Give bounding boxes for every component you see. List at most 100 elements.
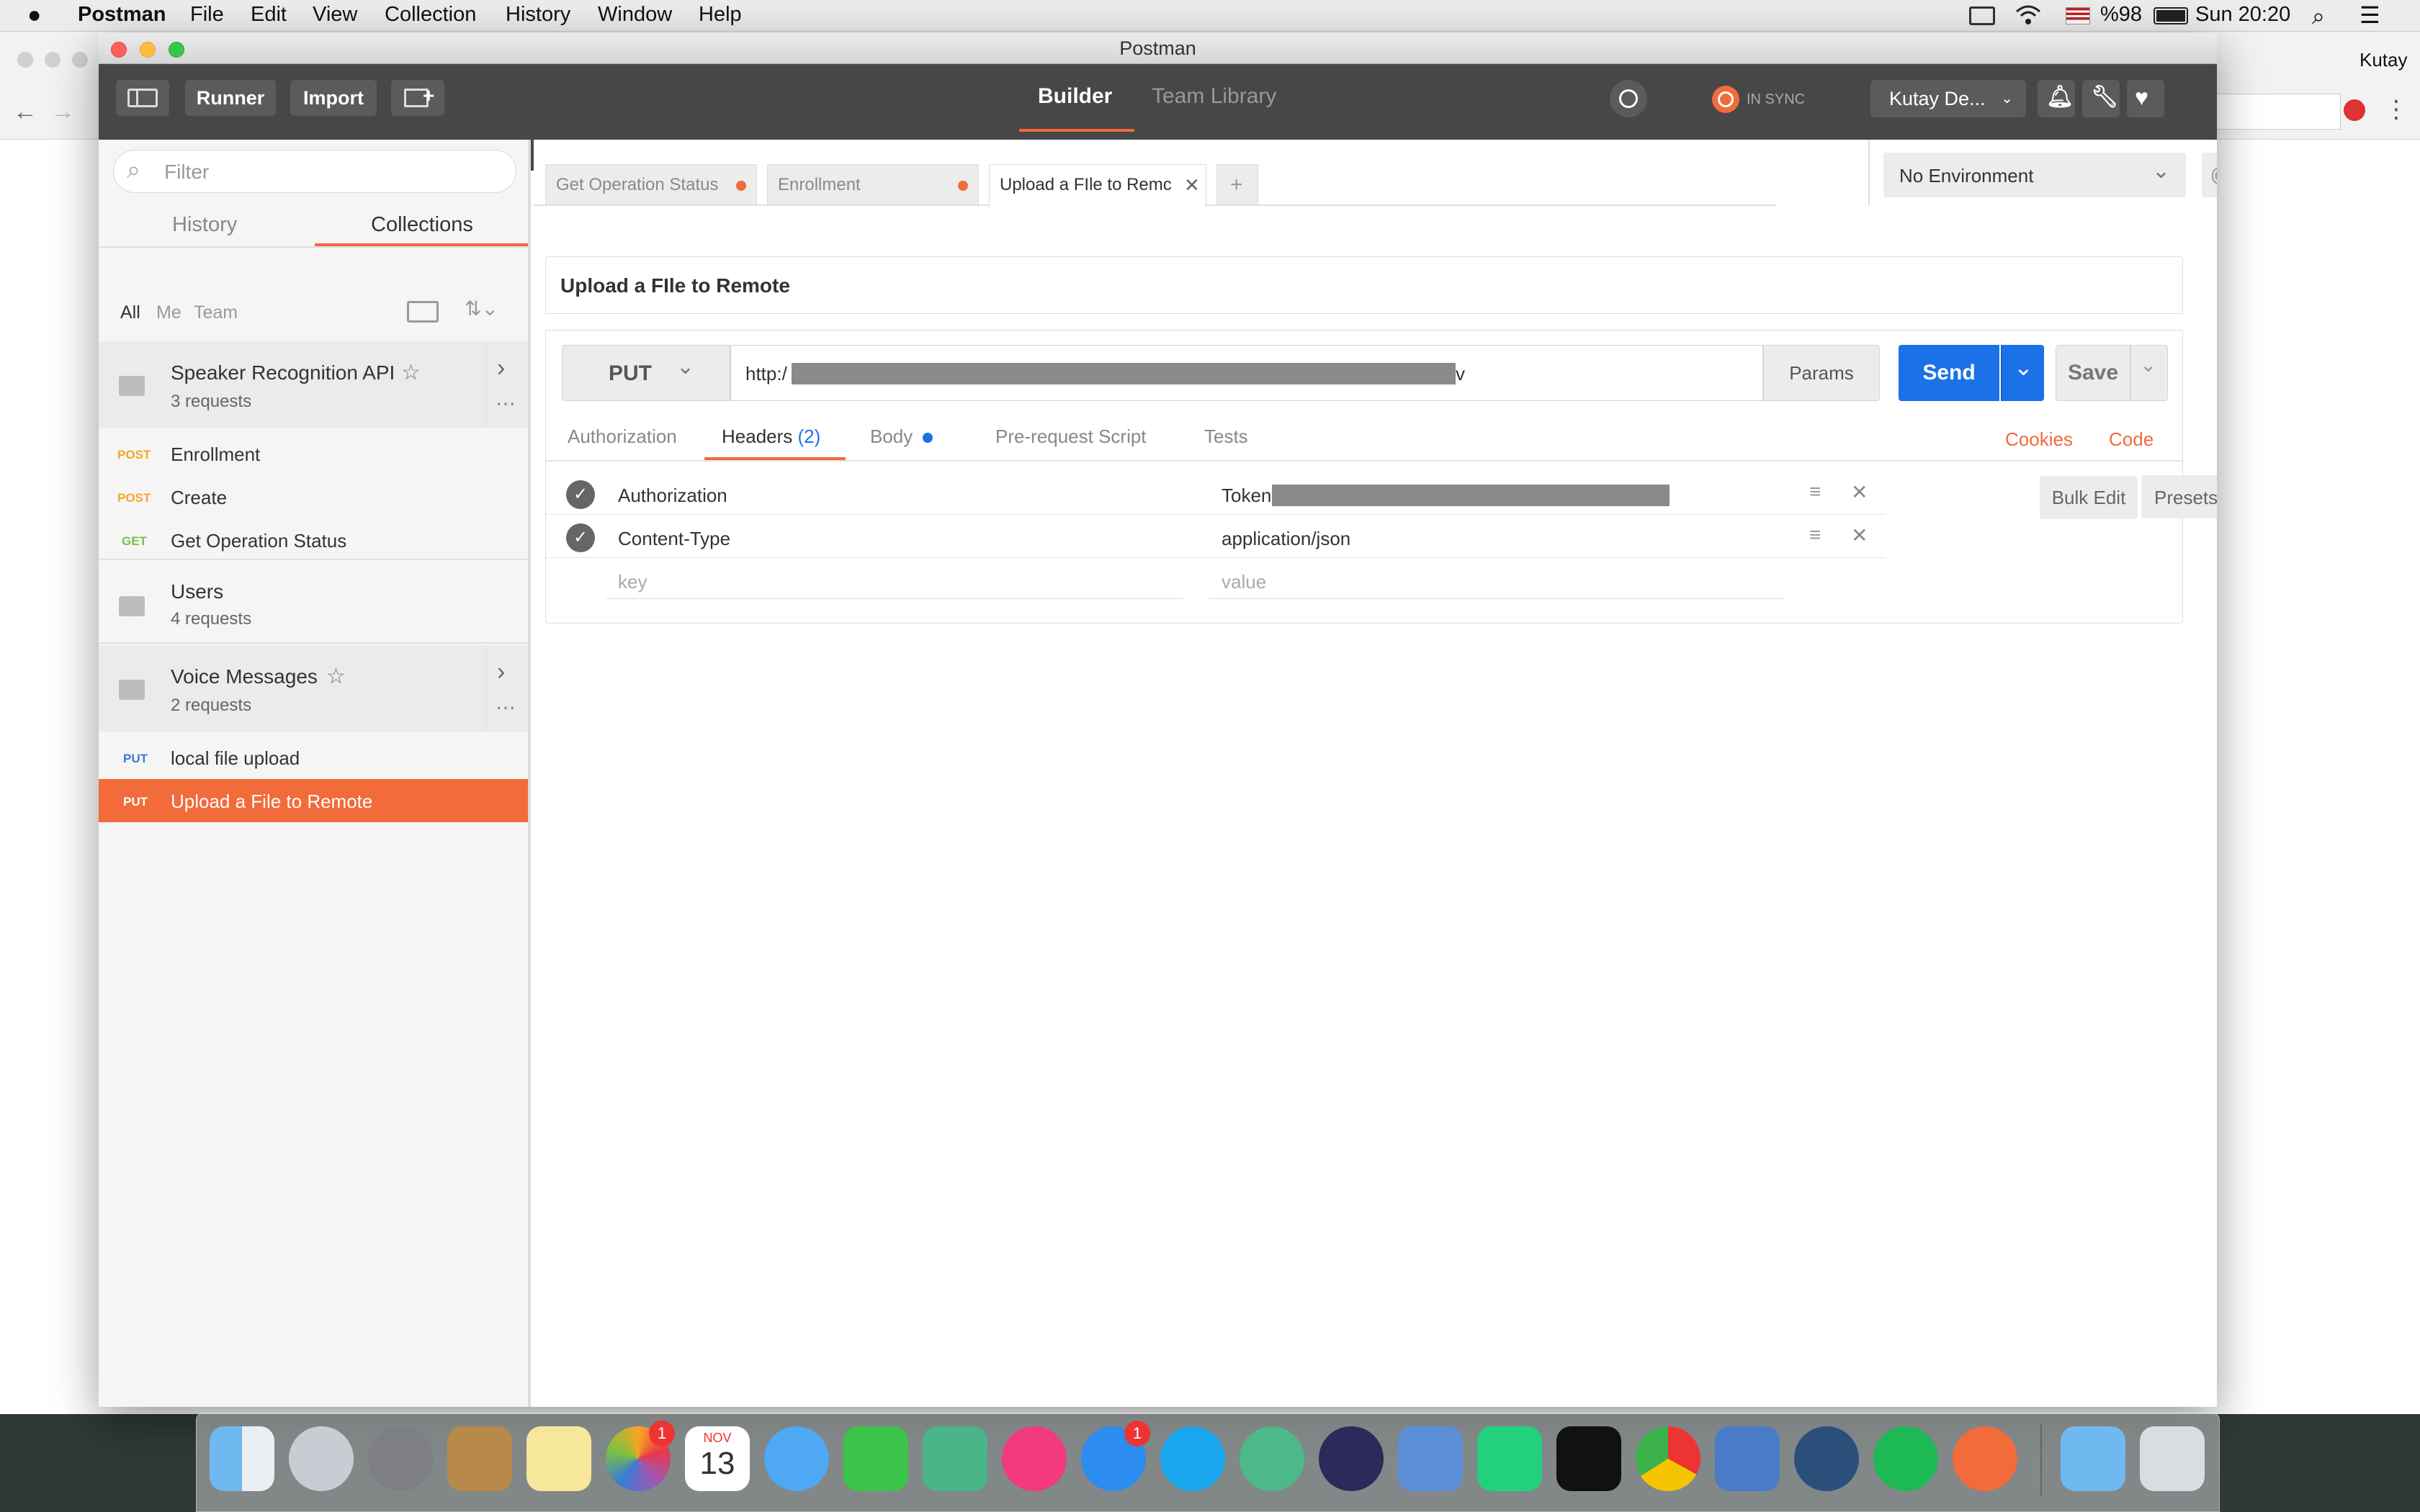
reorder-handle-icon[interactable]: ≡	[1809, 523, 1821, 546]
header-key[interactable]: Content-Type	[618, 528, 730, 550]
menu-history[interactable]: History	[506, 3, 570, 27]
settings-button[interactable]: 🔧︎	[2082, 80, 2120, 117]
collection-speaker-recognition[interactable]: Speaker Recognition API 3 requests ☆ › ⋯	[99, 341, 528, 428]
slides-icon[interactable]	[923, 1426, 987, 1491]
header-key[interactable]: Authorization	[618, 485, 727, 507]
launchpad-icon[interactable]	[289, 1426, 354, 1491]
notes-icon[interactable]	[526, 1426, 591, 1491]
url-input[interactable]: http:/ v	[730, 345, 1763, 401]
downloads-folder-icon[interactable]	[2061, 1426, 2125, 1491]
import-button[interactable]: Import	[290, 80, 377, 116]
sort-icon[interactable]: ⇅⌄	[465, 297, 498, 320]
filter-all[interactable]: All	[120, 302, 140, 323]
star-icon[interactable]: ☆	[401, 360, 421, 385]
menu-file[interactable]: File	[190, 3, 224, 27]
new-tab-window-button[interactable]: +	[391, 80, 444, 116]
terminal-icon[interactable]	[1556, 1426, 1621, 1491]
system-preferences-icon[interactable]	[368, 1426, 433, 1491]
input-source-flag-icon[interactable]	[2066, 7, 2090, 24]
xcode-icon[interactable]	[1398, 1426, 1463, 1491]
header-enabled-checkbox[interactable]: ✓	[566, 480, 595, 509]
finder-icon[interactable]	[210, 1426, 274, 1491]
subtab-headers[interactable]: Headers (2)	[722, 426, 820, 448]
menu-window[interactable]: Window	[598, 3, 672, 27]
delete-header-icon[interactable]: ✕	[1851, 523, 1868, 547]
sync-icon[interactable]	[1712, 86, 1739, 113]
airplay-icon[interactable]	[1969, 6, 1995, 25]
send-options-button[interactable]: ⌄	[2001, 345, 2044, 401]
messages-icon[interactable]	[764, 1426, 829, 1491]
postman-dock-icon[interactable]	[1953, 1426, 2017, 1491]
chevron-right-icon[interactable]: ›	[497, 658, 505, 686]
heart-button[interactable]: ♥	[2127, 80, 2164, 117]
request-enrollment[interactable]: POST Enrollment	[99, 432, 528, 475]
star-icon[interactable]: ☆	[326, 664, 346, 689]
notification-center-icon[interactable]: ☰	[2360, 1, 2380, 29]
chrome-icon[interactable]	[1636, 1426, 1700, 1491]
send-button[interactable]: Send	[1899, 345, 1999, 401]
tab-upload-remote-active[interactable]: Upload a FIle to Remc ✕	[989, 164, 1206, 207]
new-collection-icon[interactable]	[407, 301, 439, 323]
reorder-handle-icon[interactable]: ≡	[1809, 480, 1821, 503]
menu-help[interactable]: Help	[699, 3, 742, 27]
tab-history[interactable]: History	[172, 213, 237, 237]
new-tab-button[interactable]: +	[1216, 164, 1258, 204]
menu-edit[interactable]: Edit	[251, 3, 287, 27]
more-icon[interactable]: ⋯	[496, 392, 516, 415]
zoom-window-button[interactable]	[169, 42, 184, 58]
header-enabled-checkbox[interactable]: ✓	[566, 523, 595, 552]
subtab-prerequest-script[interactable]: Pre-request Script	[995, 426, 1147, 448]
subtab-tests[interactable]: Tests	[1204, 426, 1248, 448]
bg-address-bar[interactable]	[2211, 94, 2341, 130]
request-get-operation-status[interactable]: GET Get Operation Status	[99, 518, 528, 562]
minimize-window-button[interactable]	[140, 42, 156, 58]
chevron-right-icon[interactable]: ›	[497, 354, 505, 382]
wifi-icon[interactable]	[2014, 4, 2043, 26]
delete-header-icon[interactable]: ✕	[1851, 480, 1868, 504]
spotlight-icon[interactable]: ⌕	[2312, 3, 2325, 30]
preview-icon[interactable]	[1715, 1426, 1780, 1491]
bulk-edit-button[interactable]: Bulk Edit	[2040, 476, 2138, 519]
more-icon[interactable]: ⋯	[496, 696, 516, 719]
method-select[interactable]: PUT ⌄	[562, 345, 730, 401]
header-value[interactable]: application/json	[1222, 528, 1350, 550]
header-value[interactable]: Token	[1222, 485, 1271, 507]
key-input[interactable]: key	[618, 571, 647, 593]
save-options-button[interactable]: ⌄	[2130, 345, 2168, 401]
environment-select[interactable]: No Environment ⌄	[1883, 153, 2186, 197]
collection-voice-messages[interactable]: Voice Messages 2 requests ☆ › ⋯	[99, 645, 528, 732]
runner-button[interactable]: Runner	[185, 80, 276, 116]
subtab-body[interactable]: Body	[870, 426, 933, 448]
request-create[interactable]: POST Create	[99, 475, 528, 518]
trash-icon[interactable]	[2140, 1426, 2205, 1491]
tab-enrollment[interactable]: Enrollment	[767, 164, 979, 204]
notifications-button[interactable]: 🔔︎	[2038, 80, 2075, 117]
save-button[interactable]: Save	[2056, 345, 2130, 401]
code-link[interactable]: Code	[2109, 428, 2154, 451]
request-name-bar[interactable]: Upload a FIle to Remote	[545, 256, 2183, 314]
menubar-clock[interactable]: Sun 20:20	[2195, 3, 2290, 27]
bg-browser-user[interactable]: Kutay	[2360, 49, 2408, 71]
atom-icon[interactable]	[1240, 1426, 1304, 1491]
filter-me[interactable]: Me	[156, 302, 182, 323]
params-button[interactable]: Params	[1763, 345, 1880, 401]
apple-icon[interactable]: ●	[27, 1, 41, 28]
request-local-file-upload[interactable]: PUT local file upload	[99, 736, 528, 779]
tab-team-library[interactable]: Team Library	[1152, 84, 1276, 109]
skype-icon[interactable]	[1160, 1426, 1225, 1491]
bg-menu-icon[interactable]: ⋮	[2384, 95, 2408, 124]
toggle-sidebar-button[interactable]	[116, 80, 169, 116]
value-input[interactable]: value	[1222, 571, 1266, 593]
menu-app-name[interactable]: Postman	[78, 3, 166, 27]
battery-icon[interactable]	[2154, 7, 2188, 24]
tab-collections[interactable]: Collections	[371, 213, 473, 237]
interceptor-button[interactable]	[1610, 80, 1647, 117]
bg-extension-icon[interactable]	[2344, 99, 2365, 121]
bg-forward-icon[interactable]: →	[50, 98, 75, 126]
tab-get-operation-status[interactable]: Get Operation Status	[545, 164, 757, 204]
bg-back-icon[interactable]: ←	[13, 98, 37, 126]
collection-users[interactable]: Users 4 requests	[99, 560, 528, 642]
close-tab-icon[interactable]: ✕	[1184, 165, 1200, 205]
filter-input[interactable]: ⌕ Filter	[113, 150, 516, 193]
menu-collection[interactable]: Collection	[385, 3, 476, 27]
